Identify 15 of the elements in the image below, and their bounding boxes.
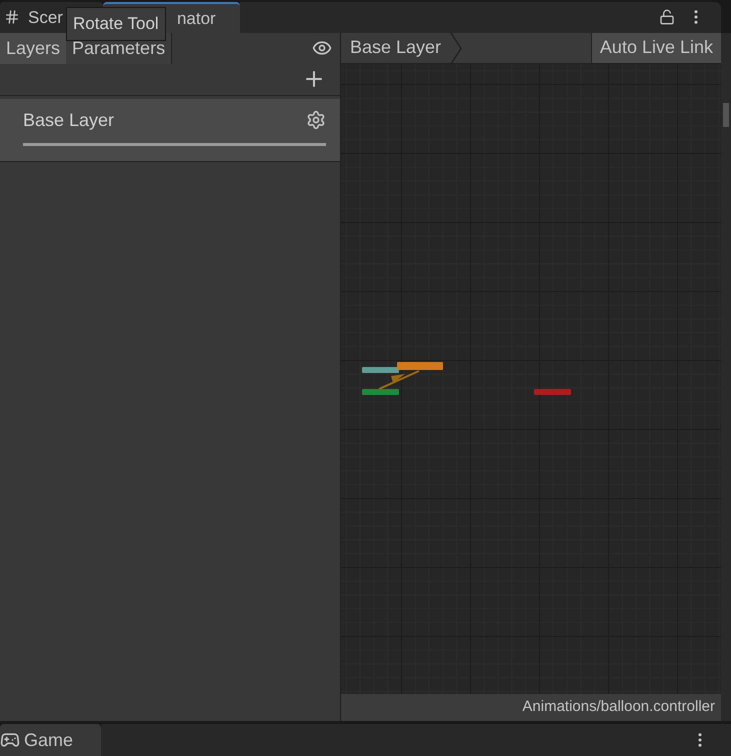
controller-path: Animations/balloon.controller [522, 697, 715, 718]
tooltip: Rotate Tool [66, 7, 166, 41]
settings-icon[interactable] [306, 110, 326, 130]
live-link-button[interactable]: Auto Live Link [590, 32, 721, 63]
state-node[interactable] [534, 388, 571, 395]
transition-arrow [377, 370, 421, 390]
state-node[interactable] [397, 362, 443, 370]
grid-icon [4, 9, 20, 26]
panel-tab[interactable]: Game [0, 724, 101, 756]
layer-name: Base Layer [23, 108, 114, 132]
state-node[interactable] [362, 388, 399, 395]
subtab[interactable]: Layers [0, 32, 66, 64]
lock-icon[interactable] [659, 9, 675, 26]
layer-item[interactable]: Base Layer [0, 98, 340, 162]
state-node[interactable] [362, 366, 399, 373]
